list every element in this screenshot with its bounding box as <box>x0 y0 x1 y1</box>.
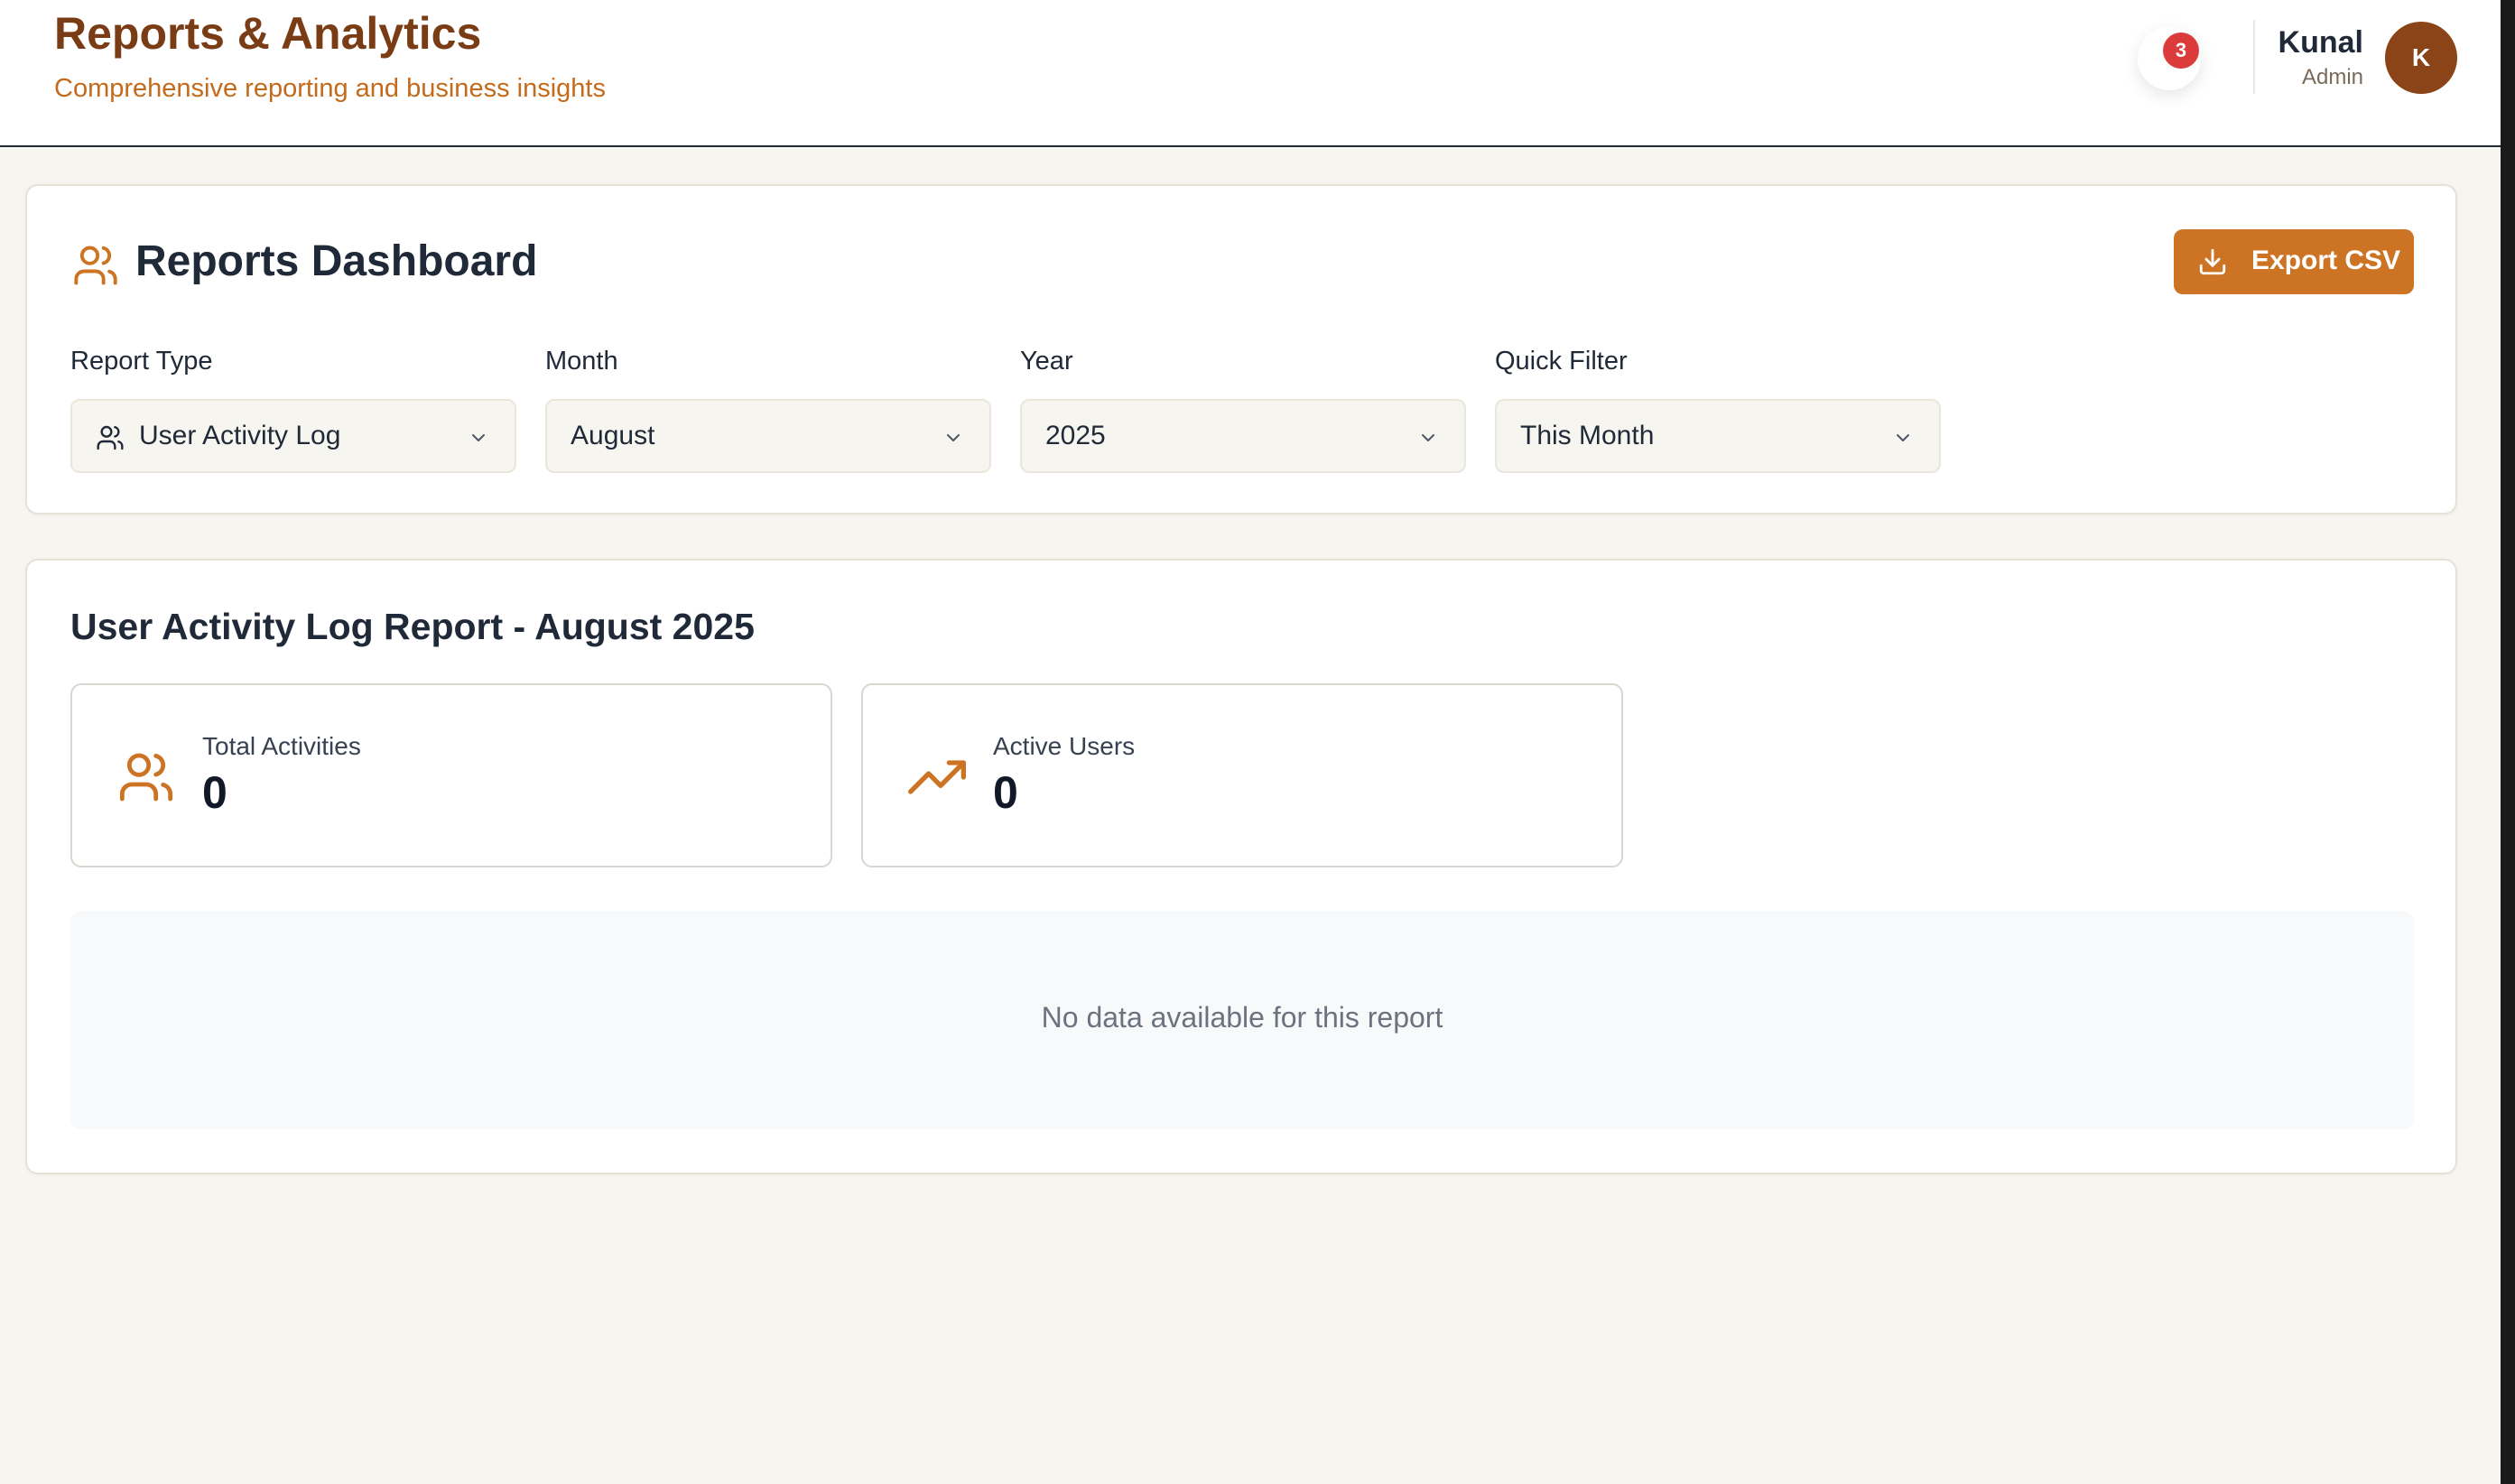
window-edge <box>2501 0 2515 1484</box>
user-avatar[interactable]: K <box>2385 22 2457 94</box>
quick-filter-select[interactable]: This Month <box>1495 399 1941 473</box>
stat-card-total-activities: Total Activities 0 <box>70 683 832 867</box>
year-select[interactable]: 2025 <box>1020 399 1466 473</box>
user-name: Kunal <box>2278 25 2363 60</box>
chevron-down-icon <box>947 434 960 441</box>
report-type-value: User Activity Log <box>139 421 341 450</box>
page-subtitle: Comprehensive reporting and business ins… <box>54 74 606 103</box>
stat-value: 0 <box>202 767 227 818</box>
report-title: User Activity Log Report - August 2025 <box>70 606 755 647</box>
export-csv-button[interactable]: Export CSV <box>2174 229 2414 294</box>
year-value: 2025 <box>1045 421 1106 450</box>
users-icon <box>97 425 124 450</box>
empty-state-message: No data available for this report <box>1041 1001 1443 1034</box>
report-card: User Activity Log Report - August 2025 T… <box>25 559 2457 1174</box>
page-title: Reports & Analytics <box>54 8 482 59</box>
user-role: Admin <box>2301 65 2363 89</box>
stat-label: Active Users <box>993 732 1136 760</box>
empty-state: No data available for this report <box>70 911 2414 1129</box>
users-icon <box>74 246 117 285</box>
dashboard-title: Reports Dashboard <box>135 237 538 285</box>
report-type-select[interactable]: User Activity Log <box>70 399 516 473</box>
month-select[interactable]: August <box>545 399 991 473</box>
page-header: Reports & Analytics Comprehensive report… <box>0 0 2501 147</box>
month-value: August <box>571 421 655 450</box>
stat-card-active-users: Active Users 0 <box>861 683 1623 867</box>
chevron-down-icon <box>1897 434 1909 441</box>
reports-dashboard-card: Reports Dashboard Export CSV Report Type… <box>25 184 2457 515</box>
download-icon <box>2199 248 2226 275</box>
app-root: Reports & Analytics Comprehensive report… <box>0 0 2501 1484</box>
stat-value: 0 <box>993 767 1018 818</box>
quick-filter-label: Quick Filter <box>1495 347 1628 376</box>
stat-label: Total Activities <box>202 732 361 760</box>
trending-up-icon <box>908 760 966 794</box>
report-type-label: Report Type <box>70 347 213 376</box>
quick-filter-value: This Month <box>1520 421 1655 450</box>
chevron-down-icon <box>1422 434 1434 441</box>
year-label: Year <box>1020 347 1073 376</box>
month-label: Month <box>545 347 618 376</box>
notification-count-badge: 3 <box>2163 32 2199 69</box>
chevron-down-icon <box>472 434 485 441</box>
header-divider <box>2253 20 2255 94</box>
export-csv-label: Export CSV <box>2251 246 2401 275</box>
users-icon <box>119 753 173 802</box>
